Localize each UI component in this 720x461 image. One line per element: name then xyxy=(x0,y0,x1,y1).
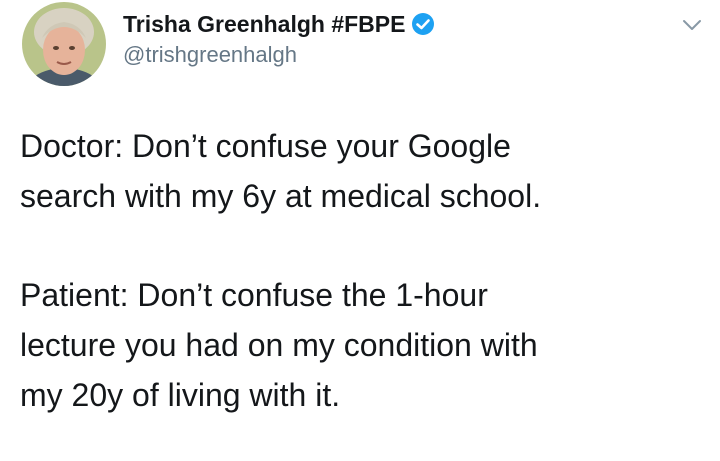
avatar[interactable] xyxy=(22,2,106,86)
chevron-down-icon[interactable] xyxy=(682,18,702,32)
tweet-text: Doctor: Don’t confuse your Google search… xyxy=(20,121,710,420)
name-row: Trisha Greenhalgh #FBPE xyxy=(123,8,435,40)
tweet-text-line: my 20y of living with it. xyxy=(20,377,341,413)
tweet-text-line: lecture you had on my condition with xyxy=(20,327,538,363)
tweet-text-line: Patient: Don’t confuse the 1-hour xyxy=(20,277,488,313)
profile-photo-icon xyxy=(22,2,106,86)
user-handle[interactable]: @trishgreenhalgh xyxy=(123,42,435,68)
tweet-text-line: Doctor: Don’t confuse your Google xyxy=(20,128,511,164)
tweet-header: Trisha Greenhalgh #FBPE @trishgreenhalgh xyxy=(123,8,435,68)
tweet-card: Trisha Greenhalgh #FBPE @trishgreenhalgh… xyxy=(0,0,720,461)
tweet-text-line: search with my 6y at medical school. xyxy=(20,178,542,214)
display-name[interactable]: Trisha Greenhalgh #FBPE xyxy=(123,11,405,38)
verified-badge-icon xyxy=(411,12,435,36)
